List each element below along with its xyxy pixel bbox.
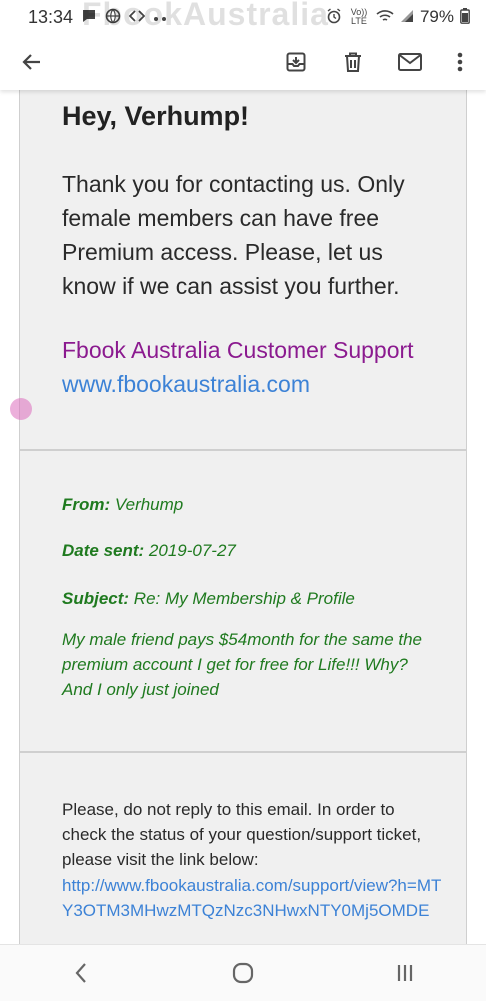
signal-icon bbox=[400, 9, 414, 26]
delete-icon bbox=[345, 52, 361, 72]
quoted-message-panel: From: Verhump Date sent: 2019-07-27 Subj… bbox=[19, 450, 467, 752]
nav-back-button[interactable] bbox=[51, 951, 111, 995]
battery-text: 79% bbox=[419, 7, 454, 26]
mark-unread-icon bbox=[398, 53, 422, 71]
status-bar: 13:34 Vo)) LTE 79% FbookAustralia bbox=[0, 0, 486, 34]
back-button[interactable] bbox=[14, 44, 50, 80]
more-options-button[interactable] bbox=[442, 44, 478, 80]
archive-button[interactable] bbox=[278, 44, 314, 80]
subject-label: Subject: bbox=[62, 589, 130, 608]
email-body: Thank you for contacting us. Only female… bbox=[62, 171, 405, 299]
signature-text: Fbook Australia Customer Support bbox=[62, 337, 414, 363]
nav-recents-icon bbox=[397, 965, 413, 981]
mark-unread-button[interactable] bbox=[392, 44, 428, 80]
code-icon bbox=[128, 8, 146, 27]
message-icon bbox=[81, 8, 97, 27]
greeting: Hey, Verhump! bbox=[62, 101, 250, 131]
volte-icon: Vo)) LTE bbox=[350, 7, 368, 26]
subject-line: Subject: Re: My Membership & Profile bbox=[62, 589, 355, 609]
more-dots-icon bbox=[153, 9, 167, 25]
nav-recents-button[interactable] bbox=[375, 951, 435, 995]
signature: Fbook Australia Customer Support www.fbo… bbox=[62, 333, 442, 401]
date-value: 2019-07-27 bbox=[148, 541, 236, 560]
ticket-link[interactable]: http://www.fbookaustralia.com/support/vi… bbox=[62, 873, 442, 923]
nav-home-button[interactable] bbox=[213, 951, 273, 995]
subject-value: Re: My Membership & Profile bbox=[133, 589, 355, 608]
reply-panel: Hey, Verhump! Thank you for contacting u… bbox=[19, 90, 467, 450]
back-arrow-icon bbox=[22, 54, 40, 70]
nav-back-icon bbox=[75, 963, 86, 983]
from-label: From: bbox=[62, 495, 111, 514]
no-reply-notice: Please, do not reply to this email. In o… bbox=[62, 800, 422, 869]
status-time: 13:34 bbox=[28, 6, 74, 27]
alarm-icon bbox=[326, 7, 342, 27]
website-link[interactable]: www.fbookaustralia.com bbox=[62, 371, 310, 397]
from-line: From: Verhump bbox=[62, 495, 183, 515]
touch-indicator bbox=[10, 398, 32, 420]
email-content: Hey, Verhump! Thank you for contacting u… bbox=[0, 90, 486, 944]
archive-icon bbox=[286, 52, 306, 72]
notice-panel: Please, do not reply to this email. In o… bbox=[19, 752, 467, 944]
date-line: Date sent: 2019-07-27 bbox=[62, 541, 236, 561]
from-value: Verhump bbox=[114, 495, 184, 514]
wifi-icon bbox=[376, 9, 394, 26]
navigation-bar bbox=[0, 944, 486, 1001]
status-right: Vo)) LTE 79% bbox=[326, 7, 470, 27]
delete-button[interactable] bbox=[335, 44, 371, 80]
quoted-message: My male friend pays $54month for the sam… bbox=[62, 630, 423, 699]
more-vert-icon bbox=[457, 52, 463, 72]
battery-icon bbox=[460, 7, 470, 27]
email-toolbar bbox=[0, 34, 486, 90]
nav-home-icon bbox=[232, 962, 254, 984]
status-left: 13:34 bbox=[28, 7, 167, 28]
globe-icon bbox=[105, 8, 121, 27]
date-label: Date sent: bbox=[62, 541, 145, 560]
